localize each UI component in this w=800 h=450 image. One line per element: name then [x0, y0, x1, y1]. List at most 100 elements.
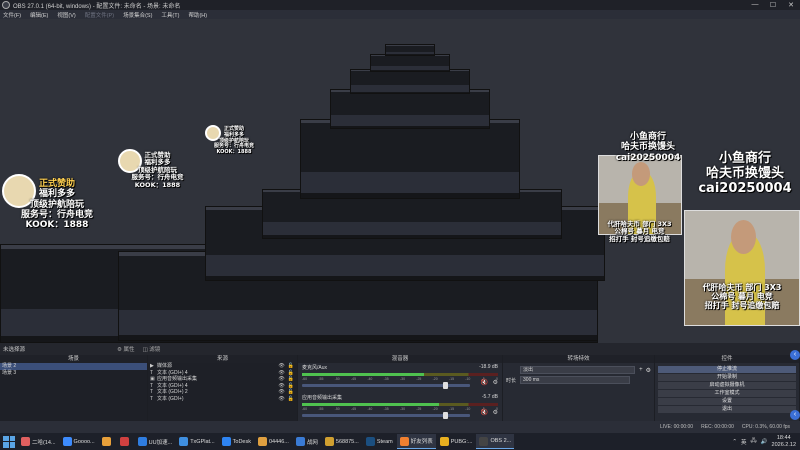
promo-shop-name-2: 小鱼商行 [629, 132, 666, 142]
maximize-button[interactable]: ☐ [764, 1, 782, 9]
taskbar-app-button[interactable]: TxGPlat... [176, 434, 217, 449]
menu-scene-collection[interactable]: 场景集合(S) [123, 11, 152, 19]
lock-icon[interactable]: 🔓 [288, 396, 294, 403]
meter-scale-tick: -45 [350, 377, 357, 381]
expand-panel-icon[interactable]: ‹ [790, 410, 800, 420]
clock[interactable]: 18:44 2026.2.12 [772, 435, 796, 448]
channel-settings-icon[interactable]: ⚙ [493, 409, 498, 416]
taskbar-app-button[interactable]: 战网 [293, 434, 321, 449]
promo-recruit-line-2: 招打手 封号追缴包赔 [609, 234, 670, 243]
volume-slider-knob[interactable] [443, 412, 449, 419]
channel-db: -5.7 dB [481, 394, 498, 400]
scene-item[interactable]: 场景 3 [0, 370, 147, 377]
properties-button[interactable]: ⚙ 属性 [117, 345, 134, 353]
meter-scale-tick: -60 [302, 407, 308, 411]
volume-meter [302, 373, 498, 376]
menu-edit[interactable]: 编辑(E) [30, 11, 48, 19]
meter-scale-tick: -40 [367, 377, 373, 381]
taskbar-app-label: 战网 [306, 439, 318, 446]
taskbar-app-label: 568875... [335, 438, 359, 445]
meter-scale-tick: -45 [350, 407, 357, 411]
meter-scale-tick: -50 [334, 377, 340, 381]
visibility-eye-icon[interactable]: 👁 [278, 396, 284, 403]
meter-scale-tick: -35 [383, 407, 389, 411]
mute-speaker-icon[interactable]: 🔇 [481, 379, 488, 386]
minimize-button[interactable]: — [746, 1, 764, 9]
channel-name: 应用音频输出采集 [302, 395, 343, 401]
meter-scale-tick: -50 [334, 407, 340, 411]
transition-add-icon[interactable]: + [639, 367, 643, 373]
expand-dock-icon[interactable]: ‹ [790, 350, 800, 360]
transition-settings-icon[interactable]: ⚙ [646, 367, 651, 374]
filters-button[interactable]: ◫ 滤镜 [142, 345, 160, 353]
taskbar-app-button[interactable]: UU加速... [135, 434, 176, 449]
taskbar-app-button[interactable]: 好友列表 [396, 434, 436, 449]
taskbar-app-button[interactable] [117, 434, 134, 449]
mute-speaker-icon[interactable]: 🔇 [481, 409, 488, 416]
nested-preview-frame [385, 44, 435, 56]
menu-tools[interactable]: 工具(T) [161, 11, 179, 19]
promo-wechat-id: cai20250004 [698, 180, 792, 196]
taskbar-app-button[interactable]: OBS 2... [476, 434, 515, 449]
taskbar-apps: 二哈(14... Goooo... UU加速... TxGPlat... ToDesk 0… [18, 434, 515, 449]
duration-input[interactable]: 300 ms [520, 376, 631, 384]
network-icon[interactable]: 🖧 [751, 437, 757, 446]
taskbar-app-button[interactable]: 04446... [255, 434, 292, 449]
taskbar-app-button[interactable]: ToDesk [219, 434, 254, 449]
taskbar-app-button[interactable]: Steam [363, 434, 396, 449]
controls-dock-title: 控件 [655, 355, 799, 363]
promo-service-line: 代肝哈夫币 部门 3X3 [702, 283, 782, 292]
menu-help[interactable]: 帮助(H) [188, 11, 207, 19]
clock-date: 2026.2.12 [771, 441, 796, 448]
meter-scale-tick: -55 [318, 377, 324, 381]
stop-streaming-button[interactable]: 停止推流 [658, 366, 796, 373]
exit-button[interactable]: 退出 [658, 406, 796, 413]
duration-label: 时长 [506, 377, 517, 384]
source-item-label: 文本 (GDI+) [157, 395, 184, 402]
settings-button[interactable]: 设置 [658, 398, 796, 405]
sources-list[interactable]: ▶ 媒体源 👁 🔓 T 文本 (GDI+) 4 👁 🔓 ▣ 应用音频输出采集 👁 🔓 T 文本 (GDI+… [148, 363, 297, 423]
scenes-dock-title: 场景 [0, 355, 147, 363]
sponsor-text-large: 正式赞助 福利多多 顶级护航陪玩 服务号：行舟电竞 KOOK：1888 [12, 179, 102, 231]
start-recording-button[interactable]: 开始录制 [658, 374, 796, 381]
mixer-channel: 应用音频输出采集 -5.7 dB -60 -55 -50 -45 -40 -35 -30 -25 -… [298, 393, 502, 423]
taskbar-app-button[interactable]: Goooo... [60, 434, 98, 449]
menu-file[interactable]: 文件(F) [3, 11, 21, 19]
volume-slider-knob[interactable] [443, 382, 449, 389]
preview-canvas[interactable]: 小鱼商行 哈夫币换馒头 cai20250004 小鱼商行 哈夫币换馒头 cai2… [0, 19, 800, 343]
volume-icon[interactable]: 🔊 [761, 439, 768, 445]
volume-meter-fill [302, 373, 424, 376]
obs-logo-icon [2, 1, 10, 9]
menu-view[interactable]: 视图(V) [57, 11, 75, 19]
app-icon [324, 437, 334, 446]
volume-slider[interactable] [302, 412, 470, 419]
taskbar-app-button[interactable] [99, 434, 116, 449]
promo-exchange-2: 哈夫币换馒头 [620, 142, 675, 153]
start-virtual-camera-button[interactable]: 启动虚拟摄像机 [658, 382, 796, 389]
sources-dock-title: 来源 [148, 355, 297, 363]
promo-shop-name: 小鱼商行 [718, 151, 771, 166]
transition-type-select[interactable]: 淡出 [520, 366, 636, 374]
tray-chevron-icon[interactable]: ⌃ [732, 439, 737, 445]
taskbar-app-button[interactable]: PUBG:... [437, 434, 476, 449]
source-item[interactable]: T 文本 (GDI+) 👁 🔓 [148, 396, 297, 403]
channel-settings-icon[interactable]: ⚙ [493, 379, 498, 386]
studio-mode-button[interactable]: 工作室模式 [658, 390, 796, 397]
nested-preview-frame [370, 54, 450, 72]
app-icon [399, 436, 409, 446]
nested-preview-frame [330, 89, 490, 129]
taskbar-app-label: 04446... [268, 438, 289, 445]
app-icon [257, 437, 267, 446]
taskbar-app-label: TxGPlat... [190, 438, 215, 445]
windows-start-icon[interactable] [3, 435, 15, 448]
taskbar-app-button[interactable]: 568875... [322, 434, 362, 449]
app-icon [119, 437, 129, 446]
volume-slider[interactable] [302, 382, 470, 389]
menu-profile[interactable]: 配置文件(P) [85, 11, 114, 19]
ime-indicator[interactable]: 英 [741, 438, 747, 446]
meter-scale-tick: -10 [465, 407, 471, 411]
scenes-list[interactable]: 场景 2 场景 3 [0, 363, 147, 423]
close-button[interactable]: ✕ [782, 1, 800, 9]
app-icon [295, 437, 305, 446]
taskbar-app-button[interactable]: 二哈(14... [18, 434, 59, 449]
